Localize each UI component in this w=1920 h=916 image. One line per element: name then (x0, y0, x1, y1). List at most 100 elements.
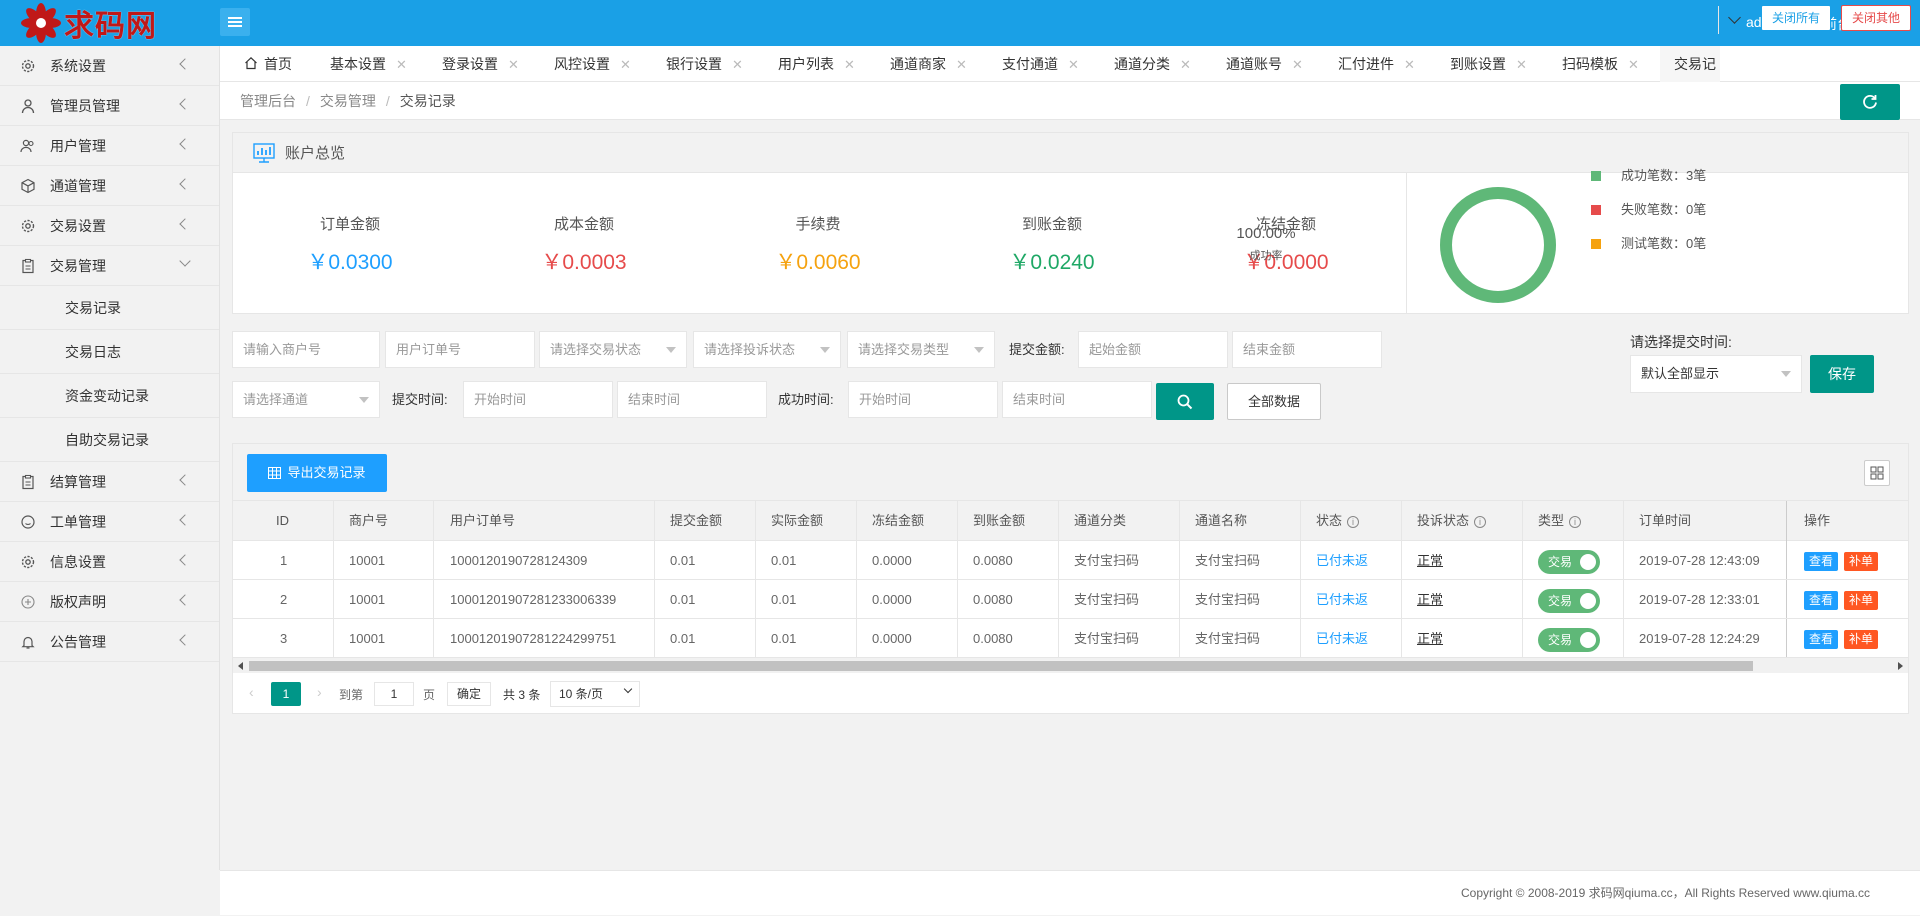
gear-icon (21, 555, 35, 568)
status-link[interactable]: 已付未返 (1316, 580, 1368, 619)
breadcrumb-mid[interactable]: 交易管理 (320, 93, 376, 109)
status-link[interactable]: 已付未返 (1316, 541, 1368, 580)
scrollbar-thumb[interactable] (249, 661, 1753, 671)
sidebar-item-trade-management[interactable]: 交易管理 (0, 246, 219, 286)
fix-order-button[interactable]: 补单 (1844, 552, 1879, 571)
close-other-tabs-button[interactable]: 关闭其他 (1841, 5, 1911, 31)
type-toggle[interactable]: 交易 (1538, 627, 1600, 652)
trade-type-select[interactable]: 请选择交易类型 (847, 331, 995, 368)
sidebar-item-info-settings[interactable]: 信息设置 (0, 542, 219, 582)
per-page-select[interactable]: 10 条/页 (550, 681, 640, 707)
sidebar-item-system-settings[interactable]: 系统设置 (0, 46, 219, 86)
sidebar-item-tickets[interactable]: 工单管理 (0, 502, 219, 542)
close-icon[interactable]: ✕ (1180, 57, 1191, 72)
amount-end-input[interactable]: 结束金额 (1232, 331, 1382, 368)
search-button[interactable] (1156, 383, 1214, 420)
tab-basic-settings[interactable]: 基本设置 ✕ (330, 46, 407, 82)
tab-scan-templates[interactable]: 扫码模板 ✕ (1562, 46, 1639, 82)
info-icon[interactable]: i (1474, 516, 1487, 528)
sidebar-subitem-trade-log[interactable]: 交易日志 (0, 330, 219, 374)
sidebar-item-user-management[interactable]: 用户管理 (0, 126, 219, 166)
goto-page-input[interactable]: 1 (374, 682, 414, 706)
sidebar-item-admin-management[interactable]: 管理员管理 (0, 86, 219, 126)
submit-end-input[interactable]: 结束时间 (617, 381, 767, 418)
close-icon[interactable]: ✕ (844, 57, 855, 72)
next-page-icon[interactable]: › (317, 684, 322, 700)
tab-channel-accounts[interactable]: 通道账号 ✕ (1226, 46, 1303, 82)
close-icon[interactable]: ✕ (732, 57, 743, 72)
export-records-button[interactable]: 导出交易记录 (247, 454, 387, 492)
tab-huifu-onboarding[interactable]: 汇付进件 ✕ (1338, 46, 1415, 82)
close-icon[interactable]: ✕ (1068, 57, 1079, 72)
cell-merchant: 10001 (349, 553, 386, 568)
close-icon[interactable]: ✕ (1516, 57, 1527, 72)
sidebar-subitem-self-trade[interactable]: 自助交易记录 (0, 418, 219, 462)
sidebar-item-announcements[interactable]: 公告管理 (0, 622, 219, 662)
goto-confirm-button[interactable]: 确定 (447, 682, 491, 706)
page-current[interactable]: 1 (271, 682, 301, 706)
success-end-input[interactable]: 结束时间 (1002, 381, 1152, 418)
amount-start-input[interactable]: 起始金额 (1078, 331, 1228, 368)
status-link[interactable]: 已付未返 (1316, 619, 1368, 658)
info-icon[interactable]: i (1347, 516, 1360, 528)
tab-channel-merchants[interactable]: 通道商家 ✕ (890, 46, 967, 82)
channel-select[interactable]: 请选择通道 (232, 381, 380, 418)
sidebar-subitem-trade-records[interactable]: 交易记录 (0, 286, 219, 330)
info-icon[interactable]: i (1569, 516, 1582, 528)
sidebar-item-channel-management[interactable]: 通道管理 (0, 166, 219, 206)
merchant-no-input[interactable]: 请输入商户号 (232, 331, 380, 368)
save-button[interactable]: 保存 (1810, 355, 1874, 393)
view-button[interactable]: 查看 (1804, 630, 1839, 649)
close-icon[interactable]: ✕ (508, 57, 519, 72)
view-button[interactable]: 查看 (1804, 591, 1839, 610)
trade-status-select[interactable]: 请选择交易状态 (539, 331, 687, 368)
tab-channel-categories[interactable]: 通道分类 ✕ (1114, 46, 1191, 82)
prev-page-icon[interactable]: ‹ (249, 684, 254, 700)
close-all-tabs-button[interactable]: 关闭所有 (1761, 5, 1831, 31)
complaint-link[interactable]: 正常 (1417, 541, 1443, 580)
close-icon[interactable]: ✕ (1628, 57, 1639, 72)
cell-submit: 0.01 (670, 592, 696, 607)
close-icon[interactable]: ✕ (956, 57, 967, 72)
menu-toggle-button[interactable] (220, 8, 250, 36)
success-start-input[interactable]: 开始时间 (848, 381, 998, 418)
close-icon[interactable]: ✕ (396, 57, 407, 72)
time-range-select[interactable]: 默认全部显示 (1630, 355, 1802, 393)
logo[interactable]: 求码网 (20, 2, 157, 44)
type-toggle[interactable]: 交易 (1538, 588, 1600, 613)
sidebar-item-copyright[interactable]: 版权声明 (0, 582, 219, 622)
tab-more-dropdown[interactable] (1718, 6, 1750, 34)
refresh-button[interactable] (1840, 84, 1900, 120)
tab-trade-records[interactable]: 交易记 (1660, 46, 1720, 82)
tab-home[interactable]: 首页 (244, 46, 292, 82)
sidebar-subitem-fund-changes[interactable]: 资金变动记录 (0, 374, 219, 418)
scroll-left-icon[interactable] (238, 662, 243, 670)
complaint-status-select[interactable]: 请选择投诉状态 (693, 331, 841, 368)
tab-arrival-settings[interactable]: 到账设置 ✕ (1450, 46, 1527, 82)
submit-start-input[interactable]: 开始时间 (463, 381, 613, 418)
sidebar-item-settlement[interactable]: 结算管理 (0, 462, 219, 502)
all-data-button[interactable]: 全部数据 (1227, 383, 1321, 420)
user-order-no-input[interactable]: 用户订单号 (385, 331, 535, 368)
close-icon[interactable]: ✕ (620, 57, 631, 72)
column-filter-button[interactable] (1864, 460, 1890, 486)
breadcrumb-root[interactable]: 管理后台 (240, 93, 296, 109)
scroll-right-icon[interactable] (1898, 662, 1903, 670)
horizontal-scrollbar[interactable] (233, 658, 1908, 673)
complaint-link[interactable]: 正常 (1417, 619, 1443, 658)
fix-order-button[interactable]: 补单 (1844, 630, 1879, 649)
complaint-link[interactable]: 正常 (1417, 580, 1443, 619)
cell-type: 交易 (1538, 580, 1600, 619)
sidebar-item-trade-settings[interactable]: 交易设置 (0, 206, 219, 246)
tab-risk-settings[interactable]: 风控设置 ✕ (554, 46, 631, 82)
type-toggle[interactable]: 交易 (1538, 549, 1600, 574)
tab-user-list[interactable]: 用户列表 ✕ (778, 46, 855, 82)
close-icon[interactable]: ✕ (1404, 57, 1415, 72)
tab-bank-settings[interactable]: 银行设置 ✕ (666, 46, 743, 82)
close-icon[interactable]: ✕ (1292, 57, 1303, 72)
col-id: ID (276, 513, 289, 528)
fix-order-button[interactable]: 补单 (1844, 591, 1879, 610)
tab-pay-channels[interactable]: 支付通道 ✕ (1002, 46, 1079, 82)
tab-login-settings[interactable]: 登录设置 ✕ (442, 46, 519, 82)
view-button[interactable]: 查看 (1804, 552, 1839, 571)
